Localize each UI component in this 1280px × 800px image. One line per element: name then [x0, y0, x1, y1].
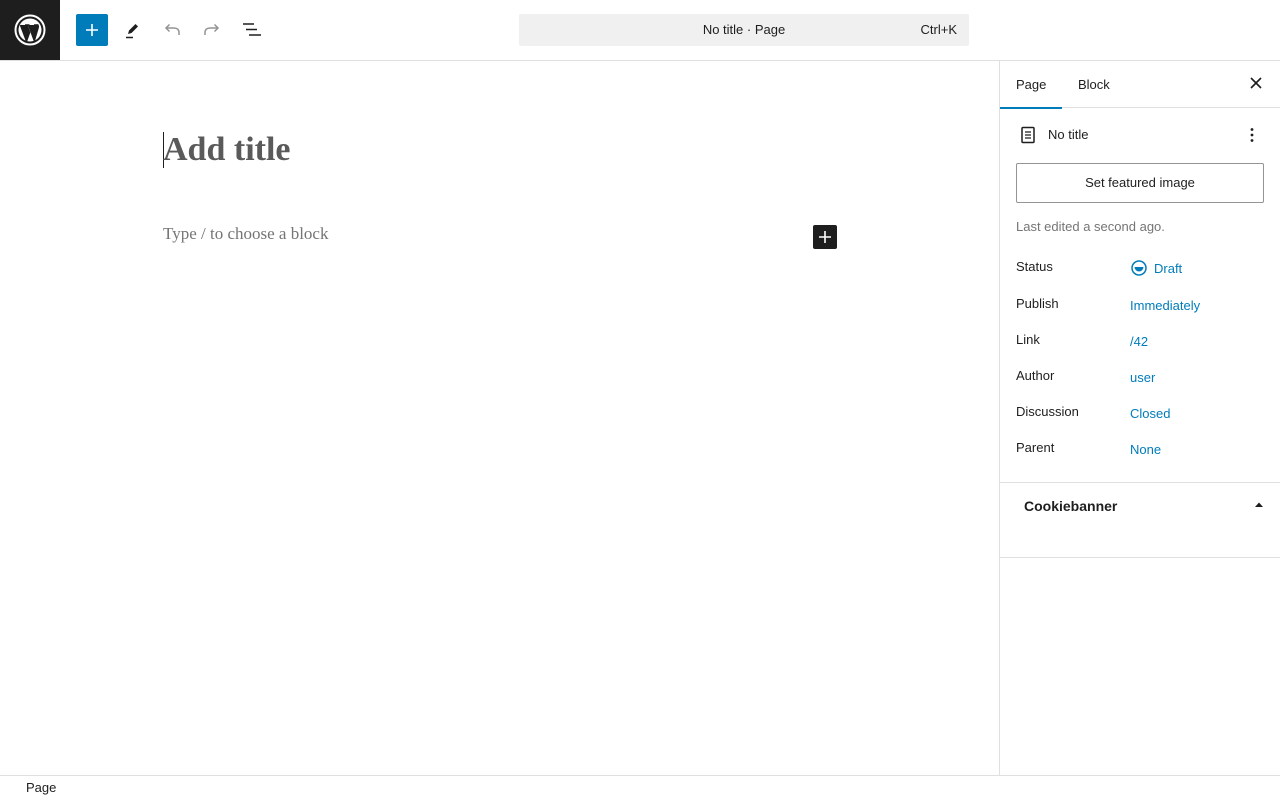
document-overview-button[interactable]	[236, 14, 268, 46]
wordpress-logo-icon[interactable]	[0, 0, 60, 60]
draft-status-icon	[1131, 260, 1147, 276]
status-row: Status Draft	[1016, 259, 1264, 279]
author-value-button[interactable]: user	[1130, 370, 1155, 386]
set-featured-image-button[interactable]: Set featured image	[1016, 163, 1264, 203]
editor-footer: Page	[0, 775, 1280, 800]
discussion-value-button[interactable]: Closed	[1130, 406, 1170, 422]
status-label: Status	[1016, 259, 1053, 274]
chevron-up-icon[interactable]	[1254, 500, 1264, 510]
command-palette-bar[interactable]: No title · Page Ctrl+K	[519, 14, 969, 46]
keyboard-shortcut-label: Ctrl+K	[920, 22, 957, 37]
undo-icon	[164, 23, 180, 35]
editor-header: No title · Page Ctrl+K	[0, 0, 1280, 61]
document-name: No title	[1048, 127, 1089, 142]
author-row: Author user	[1016, 368, 1264, 388]
plus-icon	[819, 231, 831, 243]
publish-row: Publish Immediately	[1016, 296, 1264, 316]
discussion-row: Discussion Closed	[1016, 404, 1264, 424]
more-vertical-icon	[1250, 128, 1254, 142]
tools-button[interactable]	[116, 14, 148, 46]
plus-icon	[86, 24, 98, 36]
close-sidebar-button[interactable]	[1244, 71, 1268, 95]
pencil-icon	[126, 24, 138, 39]
document-overview-icon	[243, 23, 261, 36]
link-row: Link /42	[1016, 332, 1264, 352]
last-edited-text: Last edited a second ago.	[1016, 219, 1165, 234]
block-inserter-button[interactable]	[76, 14, 108, 46]
discussion-label: Discussion	[1016, 404, 1079, 419]
document-actions-button[interactable]	[1244, 123, 1260, 147]
link-label: Link	[1016, 332, 1040, 347]
undo-button[interactable]	[156, 14, 188, 46]
inline-block-inserter-button[interactable]	[813, 225, 837, 249]
tab-page[interactable]: Page	[1000, 61, 1063, 109]
editor-canvas[interactable]: Add title Type / to choose a block	[0, 61, 999, 775]
close-icon	[1250, 77, 1262, 89]
breadcrumb-page[interactable]: Page	[26, 780, 56, 796]
post-title-input[interactable]: Add title	[163, 131, 291, 169]
cookiebanner-panel-toggle[interactable]: Cookiebanner	[1024, 497, 1117, 515]
author-label: Author	[1016, 368, 1055, 383]
status-value-button[interactable]: Draft	[1154, 261, 1182, 277]
publish-date-button[interactable]: Immediately	[1130, 298, 1200, 314]
link-value-button[interactable]: /42	[1130, 334, 1148, 350]
redo-icon	[204, 23, 220, 35]
sidebar-tabs: Page Block	[1000, 61, 1280, 109]
document-summary: No title	[1016, 123, 1264, 147]
publish-label: Publish	[1016, 296, 1059, 311]
redo-button[interactable]	[196, 14, 228, 46]
document-title-label: No title · Page	[702, 22, 786, 37]
settings-sidebar: Page Block No title Set featured image L…	[999, 61, 1280, 775]
parent-value-button[interactable]: None	[1130, 442, 1161, 458]
page-icon	[1021, 126, 1035, 144]
parent-label: Parent	[1016, 440, 1055, 455]
default-block-appender[interactable]: Type / to choose a block	[163, 223, 328, 245]
tab-block[interactable]: Block	[1062, 61, 1126, 108]
cookiebanner-panel: Cookiebanner	[1000, 482, 1280, 558]
parent-row: Parent None	[1016, 440, 1264, 460]
